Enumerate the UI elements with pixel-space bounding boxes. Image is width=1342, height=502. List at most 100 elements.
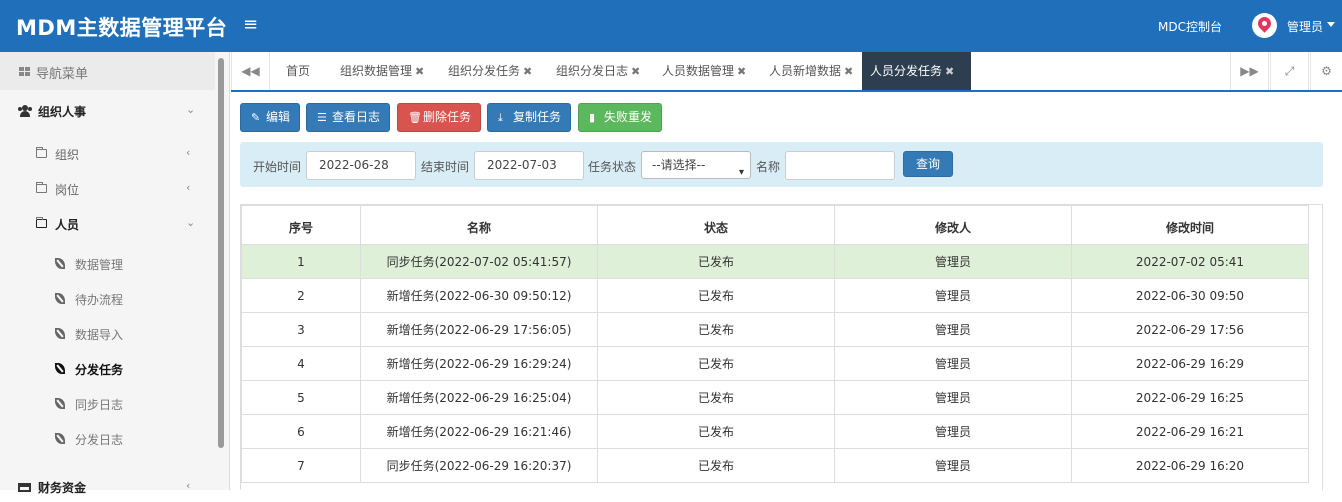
file-icon: ▮	[589, 111, 596, 124]
tab-personnel-new-data[interactable]: 人员新增数据 ✖	[761, 52, 861, 90]
sidebar-item-label: 同步日志	[75, 398, 124, 412]
user-avatar-icon[interactable]	[1252, 13, 1277, 38]
download-icon: ⤓	[498, 111, 503, 124]
column-header[interactable]: 状态	[597, 205, 835, 245]
mdc-console-link[interactable]: MDC控制台	[1158, 18, 1222, 35]
sidebar-item-dispatch-task[interactable]: 分发任务	[0, 354, 215, 384]
top-header: MDM主数据管理平台 ≡ MDC控制台 管理员	[0, 0, 1342, 52]
leaf-icon	[55, 433, 65, 444]
table-row[interactable]: 5 新增任务(2022-06-29 16:25:04) 已发布 管理员 2022…	[241, 380, 1309, 415]
close-icon[interactable]: ✖	[844, 65, 853, 78]
sidebar-item-dispatch-log[interactable]: 分发日志	[0, 424, 215, 454]
column-header[interactable]: 修改人	[834, 205, 1072, 245]
table-cell: 同步任务(2022-07-02 05:41:57)	[360, 244, 598, 279]
close-icon[interactable]: ✖	[737, 65, 746, 78]
table-row[interactable]: 7 同步任务(2022-06-29 16:20:37) 已发布 管理员 2022…	[241, 448, 1309, 483]
folder-icon	[36, 147, 47, 158]
leaf-icon	[55, 258, 65, 269]
leaf-icon	[55, 363, 65, 374]
sidebar-item-position[interactable]: 岗位 ‹	[0, 174, 215, 204]
leaf-icon	[55, 293, 65, 304]
credit-card-icon	[18, 483, 31, 492]
table-cell: 管理员	[834, 414, 1072, 449]
sidebar-item-personnel[interactable]: 人员 ⌄	[0, 209, 215, 239]
end-time-label: 结束时间	[421, 160, 470, 174]
close-icon[interactable]: ✖	[945, 65, 954, 78]
table-row[interactable]: 3 新增任务(2022-06-29 17:56:05) 已发布 管理员 2022…	[241, 312, 1309, 347]
table-cell: 新增任务(2022-06-29 16:21:46)	[360, 414, 598, 449]
sidebar-item-pending-workflow[interactable]: 待办流程	[0, 284, 215, 314]
leaf-icon	[55, 398, 65, 409]
tab-label: 人员新增数据	[769, 64, 842, 78]
menu-toggle-icon[interactable]: ≡	[243, 14, 258, 35]
start-time-input[interactable]: 2022-06-28	[306, 151, 416, 180]
column-header[interactable]: 序号	[241, 205, 361, 245]
table-cell: 已发布	[597, 346, 835, 381]
table-row[interactable]: 2 新增任务(2022-06-30 09:50:12) 已发布 管理员 2022…	[241, 278, 1309, 313]
end-time-input[interactable]: 2022-07-03	[474, 151, 584, 180]
sidebar-item-org[interactable]: 组织 ‹	[0, 139, 215, 169]
copy-task-button[interactable]: ⤓ 复制任务	[487, 103, 572, 132]
table-row[interactable]: 4 新增任务(2022-06-29 16:29:24) 已发布 管理员 2022…	[241, 346, 1309, 381]
tab-label: 人员分发任务	[870, 64, 943, 78]
table-cell: 7	[241, 448, 361, 483]
tab-org-dispatch-task[interactable]: 组织分发任务 ✖	[440, 52, 540, 90]
tab-label: 人员数据管理	[662, 64, 735, 78]
name-input[interactable]	[785, 151, 895, 180]
sidebar-item-finance[interactable]: 财务资金 ‹	[0, 472, 215, 502]
tab-org-data-management[interactable]: 组织数据管理 ✖	[332, 52, 432, 90]
table-row[interactable]: 1 同步任务(2022-07-02 05:41:57) 已发布 管理员 2022…	[241, 244, 1309, 279]
tab-org-dispatch-log[interactable]: 组织分发日志 ✖	[548, 52, 648, 90]
list-icon: ☰	[317, 111, 327, 124]
table-cell: 已发布	[597, 414, 835, 449]
table-row[interactable]: 6 新增任务(2022-06-29 16:21:46) 已发布 管理员 2022…	[241, 414, 1309, 449]
table-cell: 管理员	[834, 448, 1072, 483]
tab-personnel-dispatch-task[interactable]: 人员分发任务 ✖	[862, 52, 971, 90]
caret-down-icon[interactable]	[1327, 22, 1335, 27]
close-icon[interactable]: ✖	[415, 65, 424, 78]
tab-personnel-data-management[interactable]: 人员数据管理 ✖	[654, 52, 754, 90]
chevron-left-icon: ‹	[186, 181, 191, 194]
sidebar-item-sync-log[interactable]: 同步日志	[0, 389, 215, 419]
chevron-down-icon: ▾	[738, 167, 744, 178]
chevron-left-icon: ‹	[186, 146, 191, 159]
user-menu[interactable]: 管理员	[1287, 18, 1323, 35]
delete-task-button[interactable]: 🗑删除任务	[397, 103, 482, 132]
grid-icon	[19, 67, 31, 77]
table-cell: 新增任务(2022-06-29 17:56:05)	[360, 312, 598, 347]
view-log-button[interactable]: ☰ 查看日志	[306, 103, 391, 132]
leaf-icon	[55, 328, 65, 339]
chevron-left-icon: ‹	[186, 479, 191, 492]
resend-failed-button[interactable]: ▮ 失败重发	[578, 103, 663, 132]
tab-scroll-right-button[interactable]: ▶▶	[1230, 52, 1269, 90]
sidebar-item-label: 待办流程	[75, 293, 124, 307]
task-status-select[interactable]: --请选择-- ▾	[641, 151, 751, 179]
users-icon	[18, 105, 32, 117]
tab-scroll-left-button[interactable]: ◀◀	[231, 52, 270, 90]
sidebar: 导航菜单 组织人事 ⌄ 组织 ‹ 岗位 ‹ 人员 ⌄ 数据管理 待办流程 数据导…	[0, 52, 230, 495]
table-cell: 1	[241, 244, 361, 279]
folder-icon	[36, 182, 47, 193]
close-icon[interactable]: ✖	[523, 65, 532, 78]
close-icon[interactable]: ✖	[631, 65, 640, 78]
sidebar-item-org-personnel[interactable]: 组织人事 ⌄	[0, 96, 215, 126]
table-cell: 2022-06-29 16:25	[1071, 380, 1309, 415]
table-cell: 2022-06-29 16:20	[1071, 448, 1309, 483]
edit-icon: ✎	[251, 111, 261, 124]
column-header[interactable]: 修改时间	[1071, 205, 1309, 245]
fullscreen-icon[interactable]: ⤢	[1270, 52, 1309, 90]
sidebar-item-label: 组织	[55, 148, 80, 162]
table-cell: 6	[241, 414, 361, 449]
edit-button[interactable]: ✎ 编辑	[240, 103, 301, 132]
tab-home[interactable]: 首页	[278, 52, 318, 90]
query-button[interactable]: 查询	[903, 151, 953, 177]
sidebar-scrollbar[interactable]	[218, 58, 224, 448]
table-cell: 已发布	[597, 312, 835, 347]
sidebar-item-data-management[interactable]: 数据管理	[0, 249, 215, 279]
column-header[interactable]: 名称	[360, 205, 598, 245]
sidebar-item-data-import[interactable]: 数据导入	[0, 319, 215, 349]
settings-gear-icon[interactable]: ⚙	[1310, 52, 1342, 90]
table-cell: 2	[241, 278, 361, 313]
tab-label: 组织分发任务	[448, 64, 521, 78]
task-status-label: 任务状态	[588, 160, 637, 174]
